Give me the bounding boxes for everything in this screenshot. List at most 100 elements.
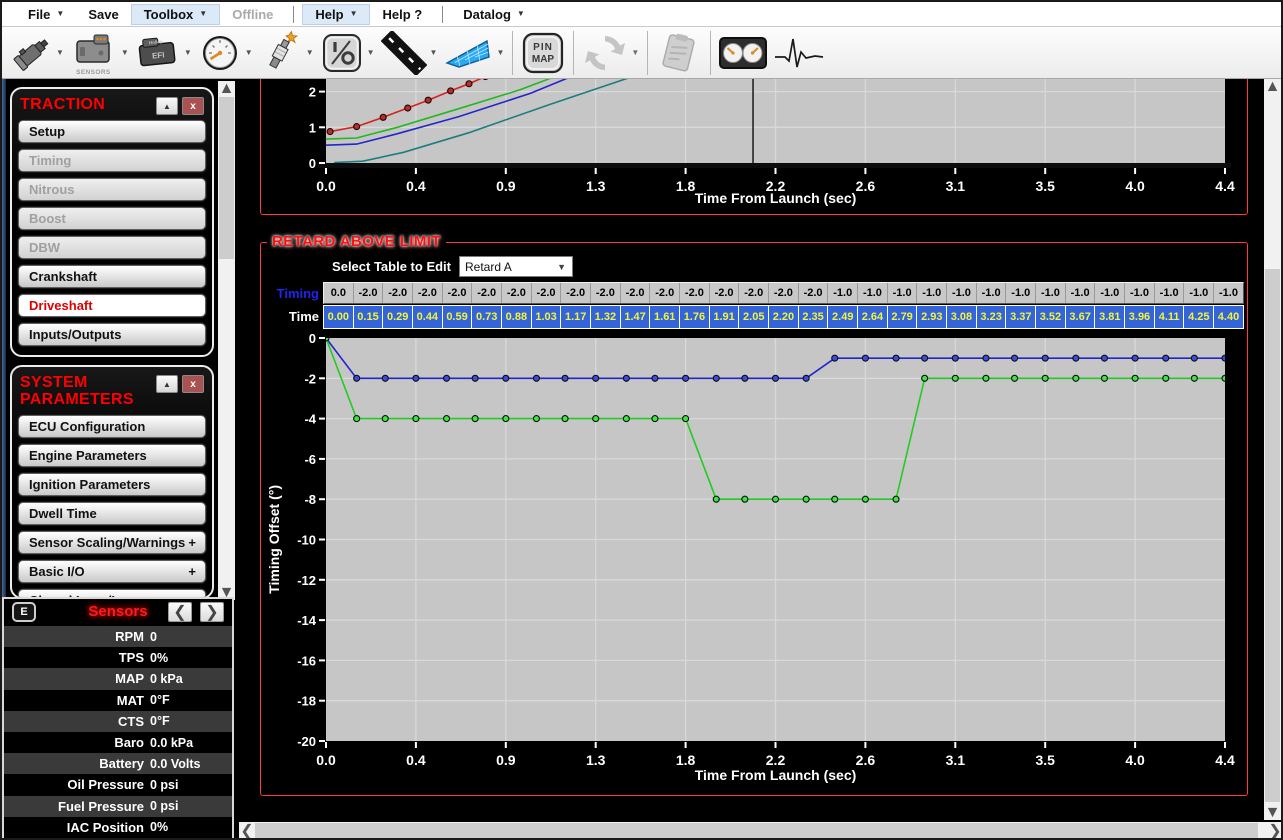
chevron-down-icon[interactable]: ▼ <box>496 48 504 57</box>
table-cell[interactable]: 2.64 <box>858 306 888 328</box>
table-cell[interactable]: -1.0 <box>1155 283 1185 303</box>
chevron-down-icon[interactable]: ▼ <box>631 48 639 57</box>
sidebar-button-crankshaft[interactable]: Crankshaft <box>18 265 206 288</box>
table-cell[interactable]: 0.59 <box>443 306 473 328</box>
table-cell[interactable]: 0.73 <box>472 306 502 328</box>
holley-efi-toolbar-button[interactable]: HolleyEFI▼ <box>132 30 195 76</box>
chevron-down-icon[interactable]: ▼ <box>367 48 375 57</box>
chevron-down-icon[interactable]: ▼ <box>430 48 438 57</box>
table-cell[interactable]: 2.20 <box>769 306 799 328</box>
table-cell[interactable]: 2.79 <box>888 306 918 328</box>
table-cell[interactable]: 1.47 <box>621 306 651 328</box>
spark-plug-toolbar-button[interactable]: ▼ <box>256 30 317 76</box>
waveform-toolbar-button[interactable] <box>770 30 828 76</box>
sensors-connector-toolbar-button[interactable]: SENSORS▼ <box>67 30 132 76</box>
traction-collapse-button[interactable]: ▲ <box>156 97 178 115</box>
main-scroll-up-icon[interactable]: ▲ <box>1264 79 1281 94</box>
table-cell[interactable]: 1.61 <box>650 306 680 328</box>
table-cell[interactable]: 0.88 <box>502 306 532 328</box>
table-cell[interactable]: 4.25 <box>1184 306 1214 328</box>
table-cell[interactable]: -2.0 <box>502 283 532 303</box>
table-select-dropdown[interactable]: Retard A ▼ <box>459 256 573 277</box>
table-cell[interactable]: 1.17 <box>561 306 591 328</box>
chevron-down-icon[interactable]: ▼ <box>121 48 129 57</box>
retard-chart[interactable]: 0-2-4-6-8-10-12-14-16-18-200.00.40.91.31… <box>286 338 1233 776</box>
table-cell[interactable]: 0.00 <box>324 306 354 328</box>
table-cell[interactable]: -2.0 <box>472 283 502 303</box>
table-cell[interactable]: -1.0 <box>947 283 977 303</box>
timing-belt-toolbar-button[interactable]: ▼ <box>378 30 441 76</box>
sidebar-button-dwell-time[interactable]: Dwell Time <box>18 502 206 525</box>
system-close-button[interactable]: x <box>182 375 204 393</box>
table-cell[interactable]: -2.0 <box>561 283 591 303</box>
chevron-down-icon[interactable]: ▼ <box>56 48 64 57</box>
main-scroll-left-icon[interactable]: ❮ <box>239 822 255 840</box>
table-cell[interactable]: 2.49 <box>828 306 858 328</box>
table-cell[interactable]: 1.32 <box>591 306 621 328</box>
menu-item-file[interactable]: File▼ <box>16 4 76 25</box>
table-cell[interactable]: -2.0 <box>680 283 710 303</box>
chevron-down-icon[interactable]: ▼ <box>184 48 192 57</box>
main-scroll-down-icon[interactable]: ▼ <box>1264 805 1281 820</box>
sidebar-button-ignition-parameters[interactable]: Ignition Parameters <box>18 473 206 496</box>
main-scroll-right-icon[interactable]: ❯ <box>1267 822 1283 840</box>
sidebar-scroll-up-icon[interactable]: ▲ <box>218 81 235 96</box>
table-cell[interactable]: 3.23 <box>977 306 1007 328</box>
table-cell[interactable]: 3.52 <box>1036 306 1066 328</box>
table-cell[interactable]: 2.05 <box>739 306 769 328</box>
table-cell[interactable]: -2.0 <box>354 283 384 303</box>
table-cell[interactable]: -2.0 <box>383 283 413 303</box>
table-cell[interactable]: -2.0 <box>591 283 621 303</box>
table-cell[interactable]: 2.35 <box>799 306 829 328</box>
table-cell[interactable]: -1.0 <box>1095 283 1125 303</box>
table-cell[interactable]: -2.0 <box>739 283 769 303</box>
gauge-cluster-toolbar-button[interactable] <box>716 30 770 76</box>
sidebar-button-ecu-configuration[interactable]: ECU Configuration <box>18 415 206 438</box>
sensors-next-button[interactable]: ❯ <box>200 602 224 622</box>
table-cell[interactable]: 3.37 <box>1006 306 1036 328</box>
table-cell[interactable]: -2.0 <box>650 283 680 303</box>
menu-item-save[interactable]: Save <box>76 4 130 25</box>
table-cell[interactable]: -1.0 <box>977 283 1007 303</box>
table-cell[interactable]: -2.0 <box>413 283 443 303</box>
table-cell[interactable]: -2.0 <box>532 283 562 303</box>
table-cell[interactable]: -1.0 <box>1036 283 1066 303</box>
sidebar-button-inputs-outputs[interactable]: Inputs/Outputs <box>18 323 206 346</box>
table-cell[interactable]: 4.40 <box>1214 306 1243 328</box>
pin-map-toolbar-button[interactable]: PINMAP <box>518 30 568 76</box>
table-cell[interactable]: 0.15 <box>354 306 384 328</box>
fuel-map-mesh-toolbar-button[interactable]: ▼ <box>440 30 507 76</box>
table-cell[interactable]: 1.76 <box>680 306 710 328</box>
sensors-prev-button[interactable]: ❮ <box>168 602 192 622</box>
table-cell[interactable]: -1.0 <box>1066 283 1096 303</box>
table-cell[interactable]: -1.0 <box>1214 283 1243 303</box>
traction-close-button[interactable]: x <box>182 97 204 115</box>
table-cell[interactable]: 3.96 <box>1125 306 1155 328</box>
sidebar-button-driveshaft[interactable]: Driveshaft <box>18 294 206 317</box>
sidebar-button-setup[interactable]: Setup <box>18 120 206 143</box>
main-horizontal-scrollbar-thumb[interactable] <box>255 823 1258 839</box>
io-toolbar-button[interactable]: ▼ <box>317 30 378 76</box>
table-cell[interactable]: 0.0 <box>324 283 354 303</box>
chevron-down-icon[interactable]: ▼ <box>306 48 314 57</box>
chevron-down-icon[interactable]: ▼ <box>245 48 253 57</box>
sidebar-button-sensor-scaling-warnings[interactable]: Sensor Scaling/Warnings+ <box>18 531 206 554</box>
sidebar-button-engine-parameters[interactable]: Engine Parameters <box>18 444 206 467</box>
table-cell[interactable]: 1.03 <box>532 306 562 328</box>
main-vertical-scrollbar[interactable]: ▲ ▼ <box>1264 79 1281 820</box>
table-cell[interactable]: 4.11 <box>1155 306 1185 328</box>
table-cell[interactable]: 1.91 <box>710 306 740 328</box>
table-cell[interactable]: -1.0 <box>917 283 947 303</box>
table-cell[interactable]: -2.0 <box>443 283 473 303</box>
main-vertical-scrollbar-thumb[interactable] <box>1265 269 1280 802</box>
table-cell[interactable]: -1.0 <box>828 283 858 303</box>
table-cell[interactable]: -2.0 <box>769 283 799 303</box>
table-cell[interactable]: -2.0 <box>621 283 651 303</box>
sidebar-scrollbar[interactable]: ▲ ▼ <box>218 81 235 600</box>
table-cell[interactable]: -1.0 <box>1125 283 1155 303</box>
system-collapse-button[interactable]: ▲ <box>156 375 178 393</box>
menu-item-help[interactable]: Help ? <box>370 4 434 25</box>
menu-item-toolbox[interactable]: Toolbox▼ <box>131 4 221 25</box>
table-cell[interactable]: 0.29 <box>383 306 413 328</box>
limit-chart[interactable]: 0120.00.40.91.31.82.22.63.13.54.04.4 <box>286 79 1233 198</box>
